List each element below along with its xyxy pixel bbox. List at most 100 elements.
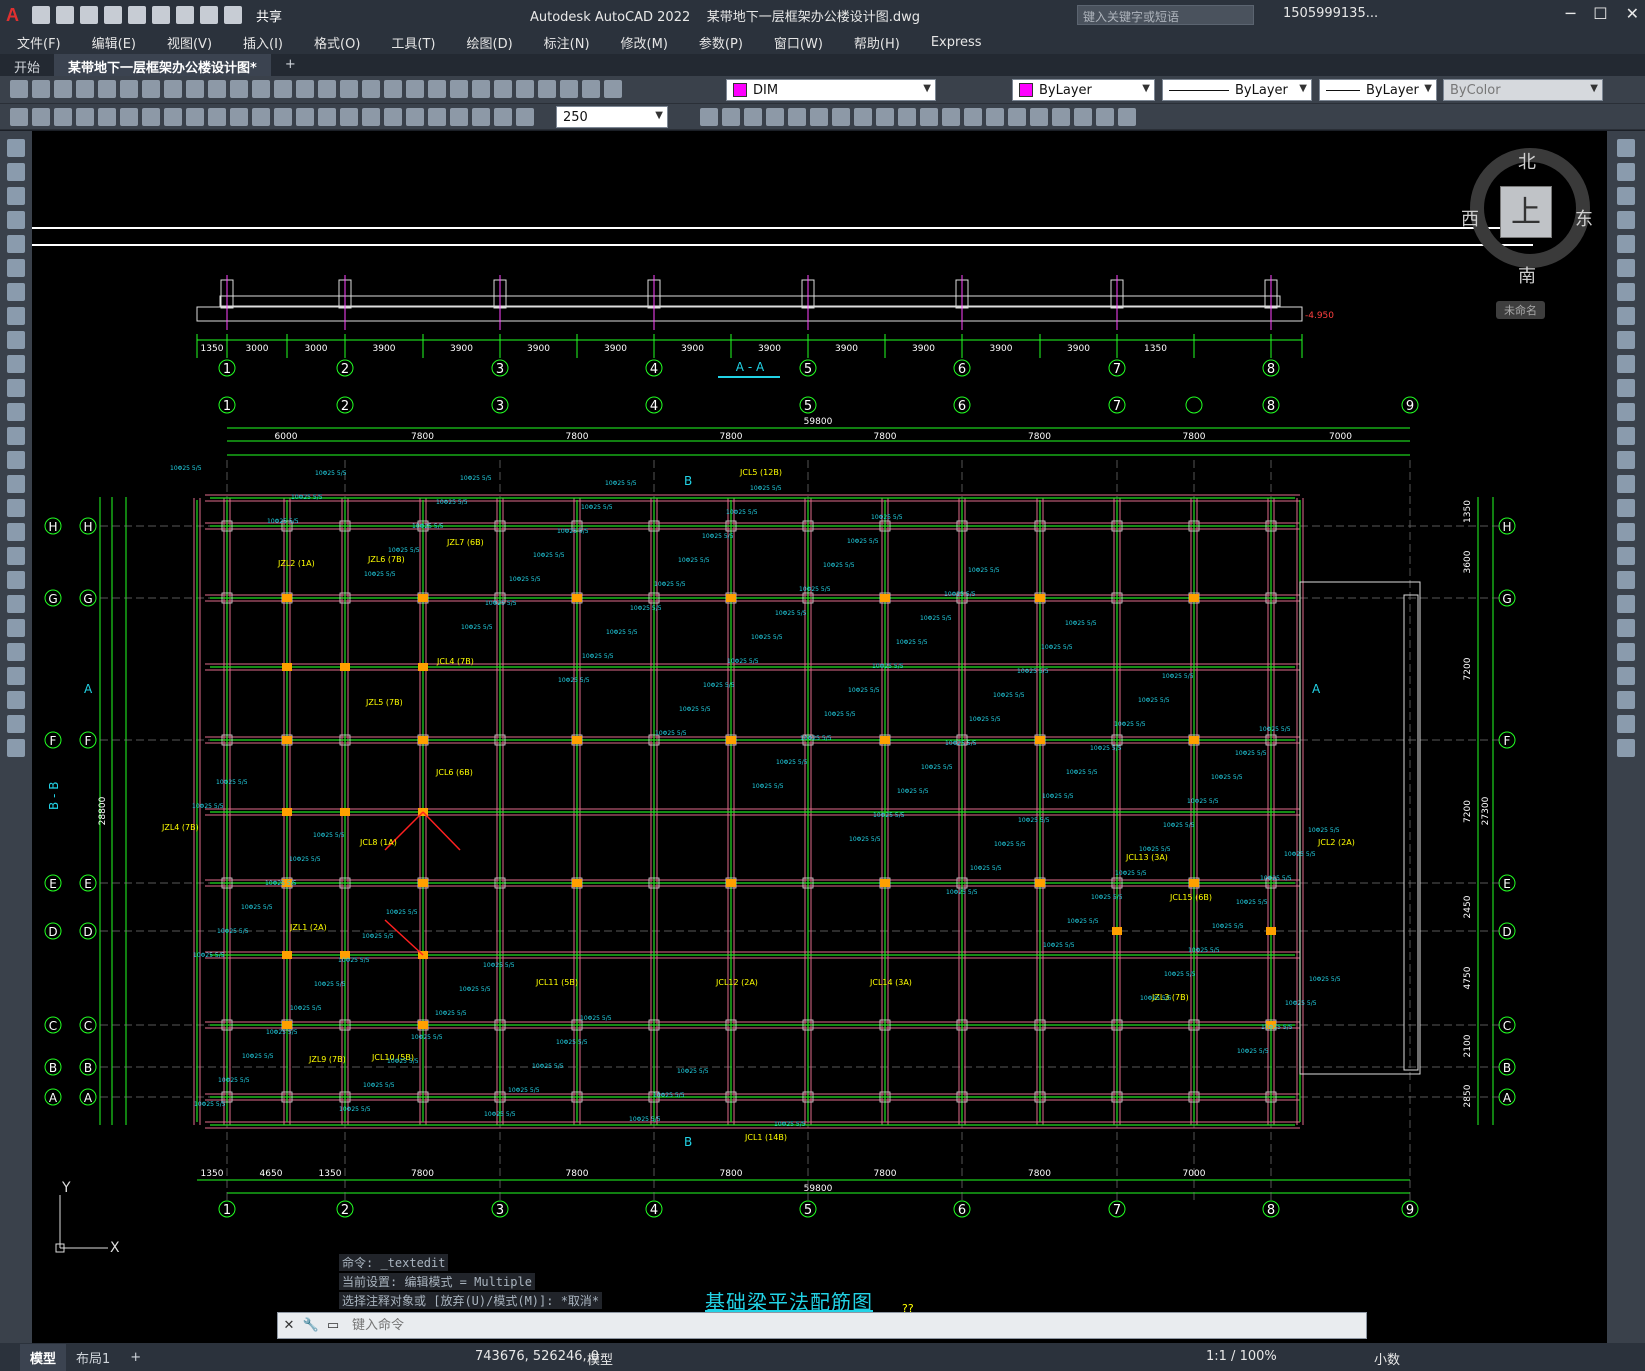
undo-icon[interactable] <box>200 6 218 24</box>
layer-dropdown[interactable]: DIM ▼ <box>726 79 936 101</box>
modify-tool-icon[interactable] <box>1617 235 1635 253</box>
modify-tool-icon[interactable] <box>1617 283 1635 301</box>
modify-tool-icon[interactable] <box>1617 379 1635 397</box>
modify-tool-icon[interactable] <box>722 108 740 126</box>
close-command-icon[interactable]: ✕ <box>278 1318 300 1333</box>
toolbar-tool-icon[interactable] <box>142 80 160 98</box>
modify-tool-icon[interactable] <box>744 108 762 126</box>
modify-tool-icon[interactable] <box>832 108 850 126</box>
draw-tool-icon[interactable] <box>7 739 25 757</box>
plotstyle-dropdown[interactable]: ByColor ▼ <box>1443 79 1603 101</box>
dimension-tool-icon[interactable] <box>340 108 358 126</box>
modify-tool-icon[interactable] <box>700 108 718 126</box>
modify-tool-icon[interactable] <box>876 108 894 126</box>
draw-tool-icon[interactable] <box>7 547 25 565</box>
dimension-tool-icon[interactable] <box>406 108 424 126</box>
draw-tool-icon[interactable] <box>7 499 25 517</box>
toolbar-tool-icon[interactable] <box>318 80 336 98</box>
menu-item[interactable]: 工具(T) <box>374 33 449 52</box>
modify-tool-icon[interactable] <box>1617 523 1635 541</box>
modify-tool-icon[interactable] <box>1617 667 1635 685</box>
dimension-tool-icon[interactable] <box>164 108 182 126</box>
open-web-icon[interactable] <box>128 6 146 24</box>
modify-tool-icon[interactable] <box>766 108 784 126</box>
command-prompt-icon[interactable]: ▭ <box>322 1318 344 1333</box>
new-file-icon[interactable] <box>32 6 50 24</box>
toolbar-tool-icon[interactable] <box>538 80 556 98</box>
menu-item[interactable]: 修改(M) <box>604 33 682 52</box>
draw-tool-icon[interactable] <box>7 619 25 637</box>
menu-item[interactable]: 编辑(E) <box>75 33 150 52</box>
draw-tool-icon[interactable] <box>7 451 25 469</box>
modify-tool-icon[interactable] <box>1617 139 1635 157</box>
modify-tool-icon[interactable] <box>1617 547 1635 565</box>
draw-tool-icon[interactable] <box>7 259 25 277</box>
modify-tool-icon[interactable] <box>1617 427 1635 445</box>
modify-tool-icon[interactable] <box>1617 187 1635 205</box>
dimscale-dropdown[interactable]: 250 ▼ <box>556 106 668 128</box>
draw-tool-icon[interactable] <box>7 187 25 205</box>
save-as-icon[interactable] <box>104 6 122 24</box>
drawing-canvas[interactable]: -4.950 1350 3000 3000 3900 3900 3900 3900 3900 39… <box>32 131 1607 1343</box>
modify-tool-icon[interactable] <box>1030 108 1048 126</box>
minimize-icon[interactable]: ─ <box>1566 4 1576 23</box>
modify-tool-icon[interactable] <box>1617 715 1635 733</box>
save-icon[interactable] <box>80 6 98 24</box>
modify-tool-icon[interactable] <box>1617 475 1635 493</box>
lineweight-dropdown[interactable]: ByLayer ▼ <box>1319 79 1437 101</box>
toolbar-tool-icon[interactable] <box>54 80 72 98</box>
draw-tool-icon[interactable] <box>7 643 25 661</box>
color-dropdown[interactable]: ByLayer ▼ <box>1012 79 1155 101</box>
maximize-icon[interactable]: ☐ <box>1593 4 1607 23</box>
modify-tool-icon[interactable] <box>1617 403 1635 421</box>
dimension-tool-icon[interactable] <box>32 108 50 126</box>
toolbar-tool-icon[interactable] <box>384 80 402 98</box>
modify-tool-icon[interactable] <box>1617 499 1635 517</box>
draw-tool-icon[interactable] <box>7 523 25 541</box>
autocad-logo-icon[interactable]: A <box>6 5 26 25</box>
menu-item[interactable]: 参数(P) <box>682 33 757 52</box>
viewcube-north[interactable]: 北 <box>1518 148 1536 174</box>
dimension-tool-icon[interactable] <box>54 108 72 126</box>
command-input[interactable] <box>352 1318 1052 1333</box>
modify-tool-icon[interactable] <box>1617 571 1635 589</box>
modify-tool-icon[interactable] <box>1617 259 1635 277</box>
toolbar-tool-icon[interactable] <box>472 80 490 98</box>
draw-tool-icon[interactable] <box>7 403 25 421</box>
dimension-tool-icon[interactable] <box>186 108 204 126</box>
modify-tool-icon[interactable] <box>1118 108 1136 126</box>
add-layout-icon[interactable]: + <box>120 1346 151 1369</box>
toolbar-tool-icon[interactable] <box>296 80 314 98</box>
annotation-scale[interactable]: 1:1 / 100% <box>1206 1349 1277 1364</box>
tab-model[interactable]: 模型 <box>20 1343 67 1371</box>
modify-tool-icon[interactable] <box>1617 163 1635 181</box>
dimension-tool-icon[interactable] <box>76 108 94 126</box>
modify-tool-icon[interactable] <box>1008 108 1026 126</box>
toolbar-tool-icon[interactable] <box>98 80 116 98</box>
menu-item[interactable]: 插入(I) <box>226 33 297 52</box>
user-account[interactable]: 1505999135... <box>1283 6 1378 21</box>
menu-item[interactable]: 窗口(W) <box>757 33 837 52</box>
add-tab-icon[interactable]: + <box>271 54 310 76</box>
menu-item[interactable]: 标注(N) <box>527 33 604 52</box>
dimension-tool-icon[interactable] <box>10 108 28 126</box>
dimension-tool-icon[interactable] <box>362 108 380 126</box>
draw-tool-icon[interactable] <box>7 691 25 709</box>
draw-tool-icon[interactable] <box>7 355 25 373</box>
menu-item[interactable]: 帮助(H) <box>837 33 914 52</box>
save-web-icon[interactable] <box>152 6 170 24</box>
dimension-tool-icon[interactable] <box>252 108 270 126</box>
dimension-tool-icon[interactable] <box>120 108 138 126</box>
modify-tool-icon[interactable] <box>898 108 916 126</box>
menu-item[interactable]: 视图(V) <box>150 33 226 52</box>
modify-tool-icon[interactable] <box>810 108 828 126</box>
draw-tool-icon[interactable] <box>7 235 25 253</box>
modify-tool-icon[interactable] <box>1617 739 1635 757</box>
toolbar-tool-icon[interactable] <box>32 80 50 98</box>
toolbar-tool-icon[interactable] <box>120 80 138 98</box>
modify-tool-icon[interactable] <box>1617 619 1635 637</box>
dimension-tool-icon[interactable] <box>98 108 116 126</box>
draw-tool-icon[interactable] <box>7 715 25 733</box>
dimension-tool-icon[interactable] <box>296 108 314 126</box>
draw-tool-icon[interactable] <box>7 595 25 613</box>
